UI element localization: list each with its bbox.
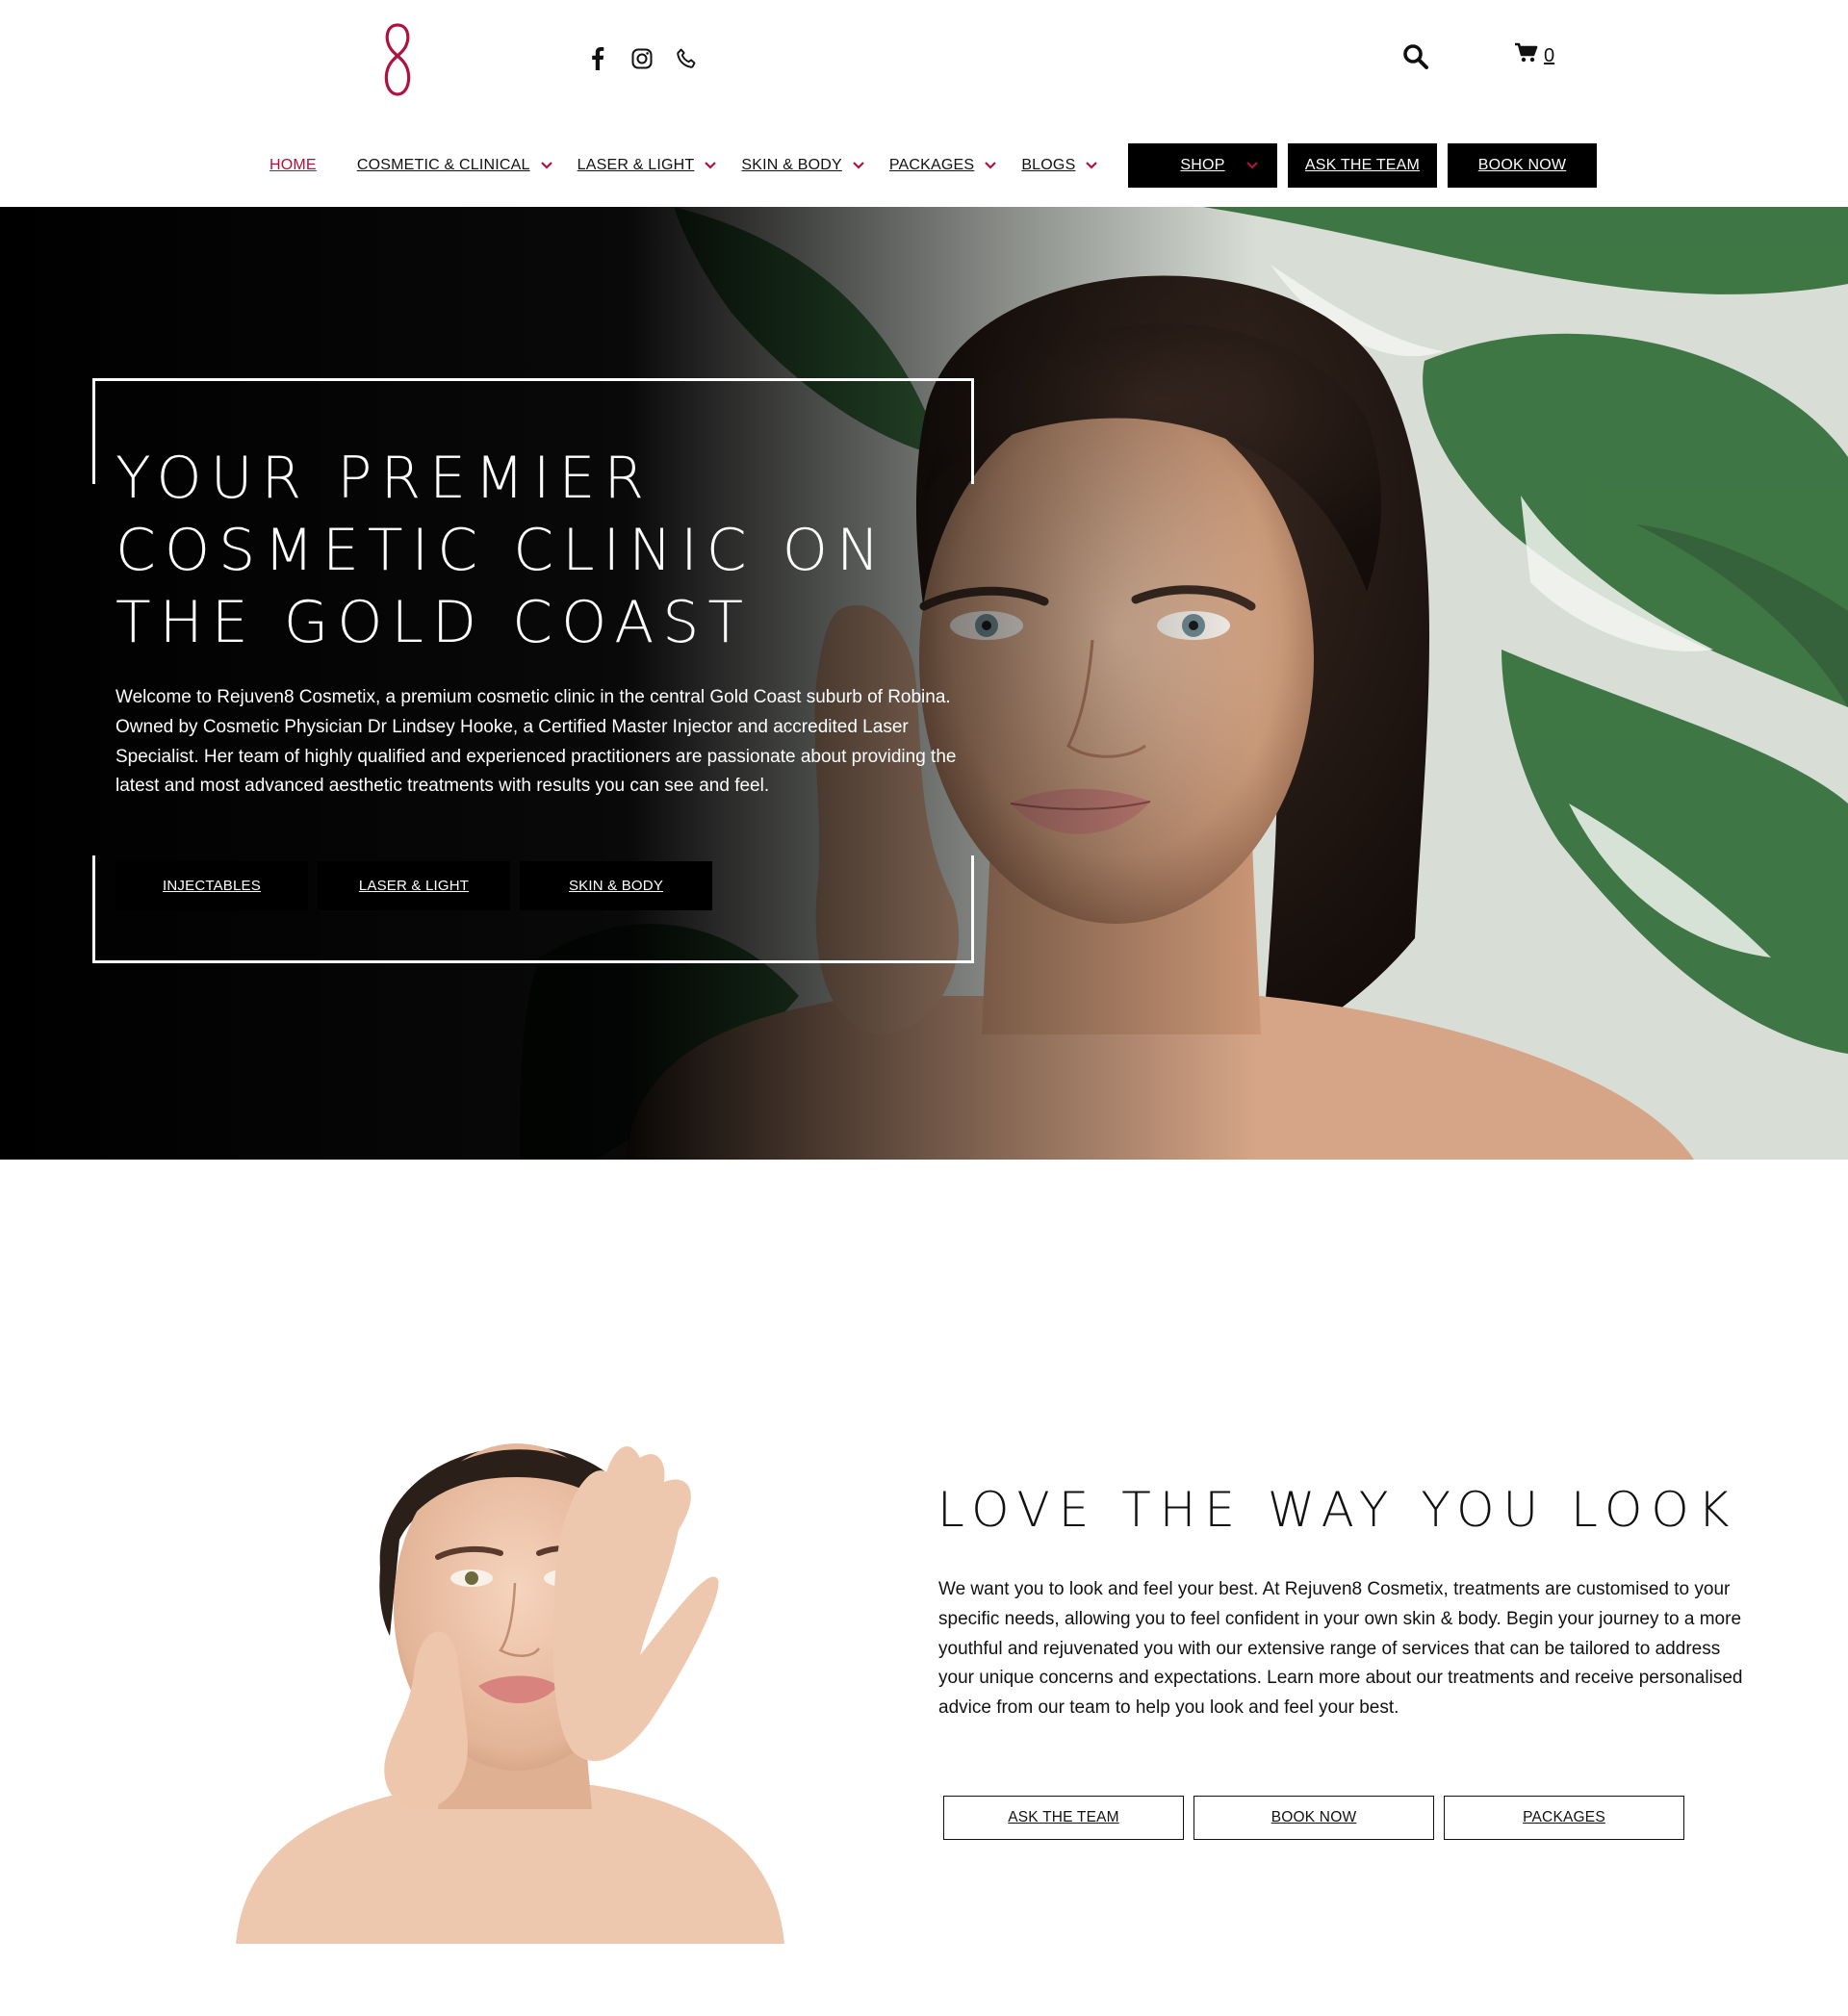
chevron-down-icon	[705, 162, 717, 169]
instagram-icon[interactable]	[629, 46, 654, 71]
nav-item-home[interactable]: HOME	[270, 157, 317, 174]
frame-line	[92, 378, 974, 381]
laser-light-button[interactable]: LASER & LIGHT	[318, 861, 510, 910]
hero-buttons: INJECTABLES LASER & LIGHT SKIN & BODY	[116, 861, 712, 910]
hero-title-line: THE GOLD COAST	[116, 589, 753, 656]
skin-body-button[interactable]: SKIN & BODY	[520, 861, 712, 910]
chevron-down-icon	[1246, 162, 1258, 169]
nav-item-label: LASER & LIGHT	[577, 157, 695, 173]
nav-item-blogs[interactable]: BLOGS	[1021, 157, 1099, 174]
shop-button[interactable]: SHOP	[1128, 143, 1277, 188]
cart-button[interactable]: 0	[1515, 42, 1554, 69]
love-section-buttons: ASK THE TEAM BOOK NOW PACKAGES	[943, 1796, 1684, 1840]
chevron-down-icon	[540, 162, 552, 169]
ask-the-team-button[interactable]: ASK THE TEAM	[1288, 143, 1437, 188]
nav-item-skin-body[interactable]: SKIN & BODY	[741, 157, 865, 174]
frame-line	[92, 960, 974, 963]
hero-title-line: YOUR PREMIER	[116, 445, 654, 512]
love-section-title: LOVE THE WAY YOU LOOK	[937, 1482, 1738, 1538]
nav-item-label: SKIN & BODY	[741, 157, 842, 173]
frame-line	[92, 855, 95, 963]
injectables-button[interactable]: INJECTABLES	[116, 861, 308, 910]
facebook-icon[interactable]	[585, 46, 610, 71]
phone-icon[interactable]	[674, 46, 699, 71]
site-header: 0 HOME COSMETIC & CLINICAL LASER & LIGHT…	[0, 0, 1848, 207]
ask-the-team-button[interactable]: ASK THE TEAM	[943, 1796, 1184, 1840]
hero-banner: YOUR PREMIER COSMETIC CLINIC ON THE GOLD…	[0, 207, 1848, 1160]
hero-title-line: COSMETIC CLINIC ON	[116, 517, 888, 584]
packages-button[interactable]: PACKAGES	[1444, 1796, 1684, 1840]
social-links	[585, 46, 699, 71]
nav-item-cosmetic-clinical[interactable]: COSMETIC & CLINICAL	[357, 157, 554, 174]
book-now-button[interactable]: BOOK NOW	[1194, 1796, 1434, 1840]
nav-item-packages[interactable]: PACKAGES	[889, 157, 998, 174]
love-section-description: We want you to look and feel your best. …	[938, 1579, 1743, 1719]
model-portrait-image	[226, 1386, 804, 1944]
hero-title: YOUR PREMIER COSMETIC CLINIC ON THE GOLD…	[116, 443, 982, 659]
logo-figure-eight-icon	[384, 23, 411, 96]
chevron-down-icon	[853, 162, 864, 169]
nav-item-label: PACKAGES	[888, 157, 975, 173]
search-icon[interactable]	[1401, 42, 1430, 71]
nav-item-label: BLOGS	[1021, 157, 1076, 173]
main-nav: HOME COSMETIC & CLINICAL LASER & LIGHT S…	[270, 142, 1122, 189]
frame-line	[971, 855, 974, 963]
hero-description: Welcome to Rejuven8 Cosmetix, a premium …	[116, 687, 957, 797]
cart-icon	[1515, 42, 1538, 69]
nav-item-label: HOME	[270, 157, 317, 173]
shop-label: SHOP	[1180, 157, 1225, 173]
nav-item-label: COSMETIC & CLINICAL	[356, 157, 530, 173]
nav-item-laser-light[interactable]: LASER & LIGHT	[578, 157, 719, 174]
book-now-button[interactable]: BOOK NOW	[1448, 143, 1597, 188]
chevron-down-icon	[985, 162, 997, 169]
cart-count: 0	[1544, 44, 1555, 66]
frame-line	[92, 378, 95, 484]
site-logo[interactable]	[371, 21, 424, 100]
chevron-down-icon	[1086, 162, 1098, 169]
